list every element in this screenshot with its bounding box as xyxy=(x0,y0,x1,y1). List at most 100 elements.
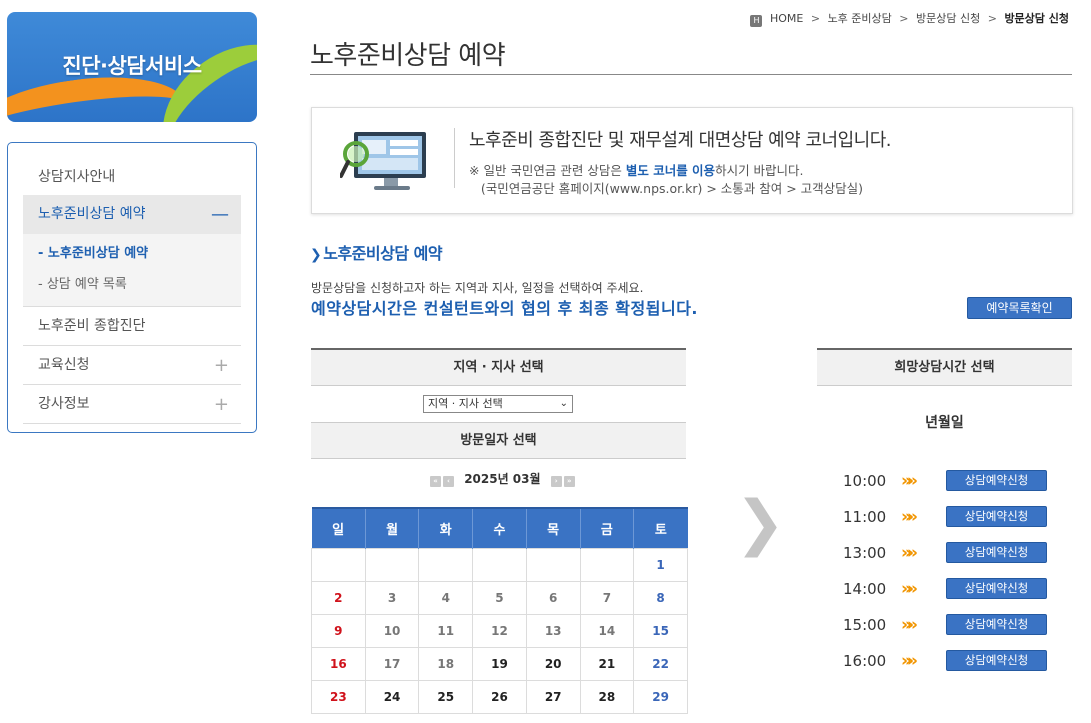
calendar-day[interactable]: 4 xyxy=(418,580,474,615)
breadcrumb-level2[interactable]: 방문상담 신청 xyxy=(916,12,980,25)
calendar-day[interactable]: 15 xyxy=(633,613,688,648)
reserve-button[interactable]: 상담예약신청 xyxy=(946,650,1047,671)
visit-date-header: 방문일자 선택 xyxy=(311,422,686,459)
calendar-day[interactable]: 2 xyxy=(311,580,366,615)
calendar-day[interactable]: 27 xyxy=(525,679,581,714)
calendar-day[interactable]: 20 xyxy=(525,646,581,681)
calendar-day xyxy=(364,547,420,582)
calendar-day[interactable]: 17 xyxy=(364,646,420,681)
calendar-day[interactable]: 9 xyxy=(311,613,366,648)
reservation-list-button[interactable]: 예약목록확인 xyxy=(967,297,1072,319)
expand-icon[interactable]: + xyxy=(214,346,229,385)
calendar-day[interactable]: 12 xyxy=(472,613,527,648)
calendar-day[interactable]: 1 xyxy=(633,547,688,582)
chevron-right-icon: ❯ xyxy=(310,247,322,263)
title-divider xyxy=(310,74,1072,75)
calendar-week-row: 9 10 11 12 13 14 15 xyxy=(311,613,688,648)
region-select-header: 지역 · 지사 선택 xyxy=(311,348,686,386)
breadcrumb-level1[interactable]: 노후 준비상담 xyxy=(828,12,892,25)
double-chevron-right-icon: »» xyxy=(901,651,918,671)
breadcrumb-separator: > xyxy=(899,12,909,25)
sidebar-item-comprehensive-diagnosis[interactable]: 노후준비 종합진단 xyxy=(23,307,241,346)
double-chevron-right-icon: »» xyxy=(901,507,918,527)
calendar-day[interactable]: 8 xyxy=(633,580,688,615)
calendar-day[interactable]: 22 xyxy=(633,646,688,681)
weekday-header: 토 xyxy=(633,507,688,548)
reserve-button[interactable]: 상담예약신청 xyxy=(946,470,1047,491)
service-banner: 진단·상담서비스 xyxy=(7,12,257,122)
next-month-icon[interactable]: › xyxy=(550,476,562,487)
double-chevron-right-icon: »» xyxy=(901,579,918,599)
calendar-day[interactable]: 13 xyxy=(525,613,581,648)
calendar-day[interactable]: 5 xyxy=(472,580,527,615)
sidebar-item-consult-reservation[interactable]: 노후준비상담 예약 — xyxy=(23,195,241,234)
sidebar-item-label: 강사정보 xyxy=(38,396,90,412)
prev-month-icon[interactable]: ‹ xyxy=(443,476,454,487)
calendar-day[interactable]: 11 xyxy=(418,613,474,648)
double-chevron-right-icon: »» xyxy=(901,615,918,635)
calendar-day[interactable]: 19 xyxy=(472,646,527,681)
calendar-day[interactable]: 18 xyxy=(418,646,474,681)
time-slot-time: 11:00 xyxy=(843,508,887,526)
calendar-day[interactable]: 3 xyxy=(364,580,420,615)
first-month-icon[interactable]: « xyxy=(430,476,441,487)
calendar-week-row: 2 3 4 5 6 7 8 xyxy=(311,580,688,615)
calendar-day[interactable]: 26 xyxy=(472,679,527,714)
section-description: 방문상담을 신청하고자 하는 지역과 지사, 일정을 선택하여 주세요. xyxy=(311,281,644,295)
info-note-link[interactable]: 별도 코너를 이용 xyxy=(626,163,715,178)
weekday-header: 화 xyxy=(418,507,473,548)
submenu-item-reservation-list[interactable]: - 상담 예약 목록 xyxy=(23,269,241,300)
home-icon[interactable]: H xyxy=(750,15,763,27)
calendar-day[interactable]: 25 xyxy=(418,679,474,714)
calendar-week-row: 1 xyxy=(311,547,688,582)
time-slot-time: 14:00 xyxy=(843,580,887,598)
collapse-icon[interactable]: — xyxy=(211,195,229,234)
reserve-button[interactable]: 상담예약신청 xyxy=(946,506,1047,527)
calendar-week-row: 16 17 18 19 20 21 22 xyxy=(311,646,688,681)
calendar-table: 일 월 화 수 목 금 토 1 2 3 4 5 6 7 8 9 10 11 12… xyxy=(311,507,688,714)
calendar-day xyxy=(579,547,635,582)
region-branch-select[interactable]: 지역 · 지사 선택 ⌄ xyxy=(423,395,573,413)
calendar-day[interactable]: 23 xyxy=(311,679,366,714)
time-slot-time: 10:00 xyxy=(843,472,887,490)
calendar-day[interactable]: 7 xyxy=(579,580,635,615)
time-slot: 15:00 »» 상담예약신청 xyxy=(843,614,1073,636)
calendar-day[interactable]: 28 xyxy=(579,679,635,714)
time-slot: 10:00 »» 상담예약신청 xyxy=(843,470,1073,492)
banner-title: 진단·상담서비스 xyxy=(62,54,202,78)
section-title: ❯ 노후준비상담 예약 xyxy=(310,240,443,264)
last-month-icon[interactable]: » xyxy=(563,476,575,487)
weekday-header: 수 xyxy=(472,507,527,548)
time-slot: 14:00 »» 상담예약신청 xyxy=(843,578,1073,600)
info-note-path: (국민연금공단 홈페이지(www.nps.or.kr) > 소통과 참여 > 고… xyxy=(480,181,864,196)
section-highlight: 예약상담시간은 컨설턴트와의 협의 후 최종 확정됩니다. xyxy=(311,299,698,318)
expand-icon[interactable]: + xyxy=(214,385,229,424)
reserve-button[interactable]: 상담예약신청 xyxy=(946,578,1047,599)
sidebar-item-instructor[interactable]: 강사정보 + xyxy=(23,385,241,424)
time-slot: 16:00 »» 상담예약신청 xyxy=(843,650,1073,672)
calendar-weekday-row: 일 월 화 수 목 금 토 xyxy=(311,507,688,548)
calendar-week-row: 23 24 25 26 27 28 29 xyxy=(311,679,688,714)
sidebar-item-branch-info[interactable]: 상담지사안내 xyxy=(23,155,241,195)
calendar-day[interactable]: 6 xyxy=(525,580,581,615)
calendar-day[interactable]: 10 xyxy=(364,613,420,648)
calendar-day[interactable]: 14 xyxy=(579,613,635,648)
sidebar-item-education[interactable]: 교육신청 + xyxy=(23,346,241,385)
month-navigation: «‹ 2025년 03월 ›» xyxy=(430,470,577,487)
calendar-day[interactable]: 21 xyxy=(579,646,635,681)
time-select-header: 희망상담시간 선택 xyxy=(817,348,1072,386)
calendar-day[interactable]: 24 xyxy=(364,679,420,714)
calendar-day[interactable]: 29 xyxy=(633,679,688,714)
reserve-button[interactable]: 상담예약신청 xyxy=(946,542,1047,563)
time-slot: 13:00 »» 상담예약신청 xyxy=(843,542,1073,564)
region-select-value: 지역 · 지사 선택 xyxy=(428,397,503,410)
submenu-item-reservation[interactable]: - 노후준비상담 예약 xyxy=(23,238,241,269)
reserve-button[interactable]: 상담예약신청 xyxy=(946,614,1047,635)
calendar-day[interactable]: 16 xyxy=(311,646,366,681)
sidebar-item-label: 노후준비상담 예약 xyxy=(38,206,146,222)
breadcrumb-home[interactable]: HOME xyxy=(770,12,803,25)
breadcrumb-separator: > xyxy=(987,12,997,25)
calendar-day xyxy=(472,547,527,582)
info-divider xyxy=(454,128,455,188)
info-note-prefix: ※ 일반 국민연금 관련 상담은 xyxy=(469,163,626,178)
